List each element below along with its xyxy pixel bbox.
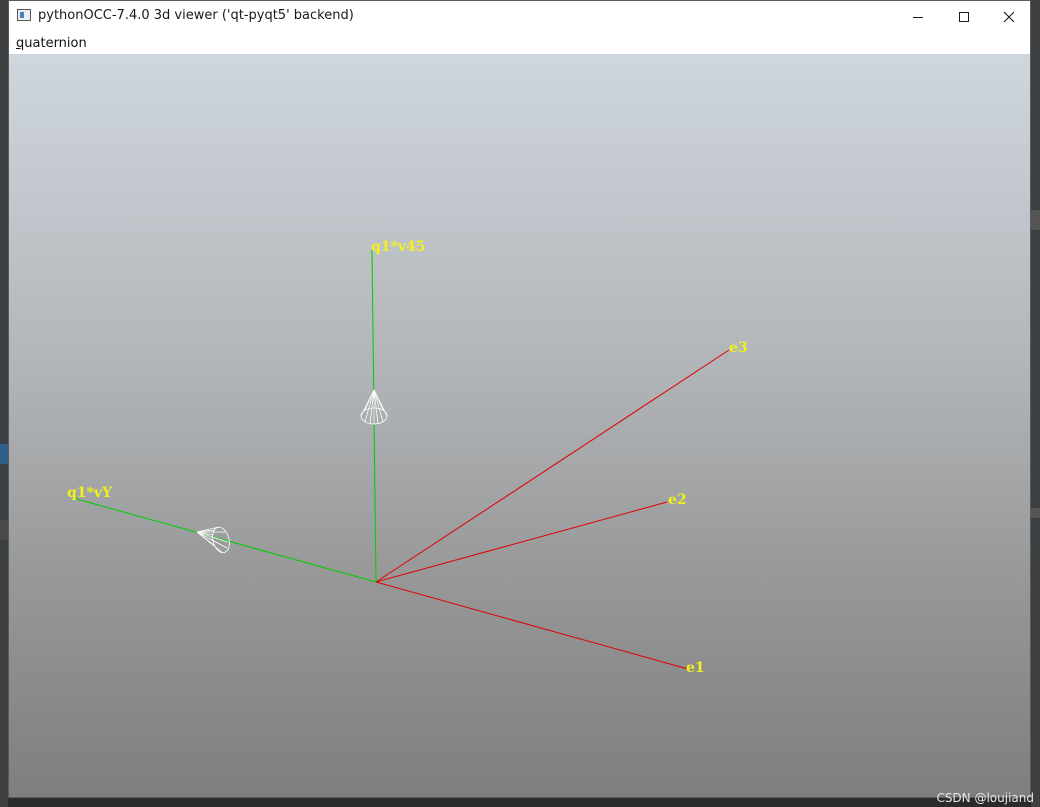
background-editor-left bbox=[0, 0, 8, 807]
background-editor-tab-right-2 bbox=[1031, 508, 1040, 518]
axis-label-q1vy: q1*vY bbox=[67, 485, 113, 501]
title-bar[interactable]: pythonOCC-7.4.0 3d viewer ('qt-pyqt5' ba… bbox=[9, 1, 1030, 32]
maximize-icon bbox=[959, 11, 969, 22]
menu-quaternion-label: uaternion bbox=[24, 36, 87, 51]
axis-e3-line bbox=[375, 349, 730, 583]
window-title: pythonOCC-7.4.0 3d viewer ('qt-pyqt5' ba… bbox=[38, 8, 354, 23]
axis-label-q1v45: q1*v45 bbox=[371, 239, 425, 255]
app-icon bbox=[17, 9, 31, 21]
vector-q1vy-line bbox=[72, 497, 377, 583]
axis-label-e1: e1 bbox=[686, 660, 705, 676]
close-button[interactable] bbox=[986, 1, 1030, 32]
viewer-window: pythonOCC-7.4.0 3d viewer ('qt-pyqt5' ba… bbox=[8, 0, 1031, 798]
maximize-button[interactable] bbox=[941, 1, 987, 32]
minimize-icon bbox=[913, 16, 923, 18]
background-editor-tab-right bbox=[1031, 210, 1040, 230]
minimize-button[interactable] bbox=[895, 1, 941, 32]
axis-label-e3: e3 bbox=[729, 340, 748, 356]
close-icon bbox=[1003, 11, 1015, 22]
background-editor-right bbox=[1031, 0, 1040, 807]
menu-bar: quaternion bbox=[9, 32, 1030, 54]
axis-e2-line bbox=[375, 501, 668, 583]
background-editor-tab bbox=[0, 520, 8, 540]
axis-e1-line bbox=[375, 581, 689, 670]
scene-svg[interactable]: e1 e2 e3 q1*vY q1*v45 bbox=[9, 54, 1031, 798]
cone-vertical-icon bbox=[360, 389, 388, 425]
cone-q1vy-icon bbox=[196, 526, 230, 554]
axis-label-e2: e2 bbox=[668, 492, 687, 508]
menu-quaternion[interactable]: quaternion bbox=[16, 36, 87, 51]
watermark: CSDN @loujiand bbox=[936, 791, 1034, 805]
background-editor-highlight bbox=[0, 444, 8, 464]
3d-viewport[interactable]: e1 e2 e3 q1*vY q1*v45 bbox=[9, 54, 1031, 798]
